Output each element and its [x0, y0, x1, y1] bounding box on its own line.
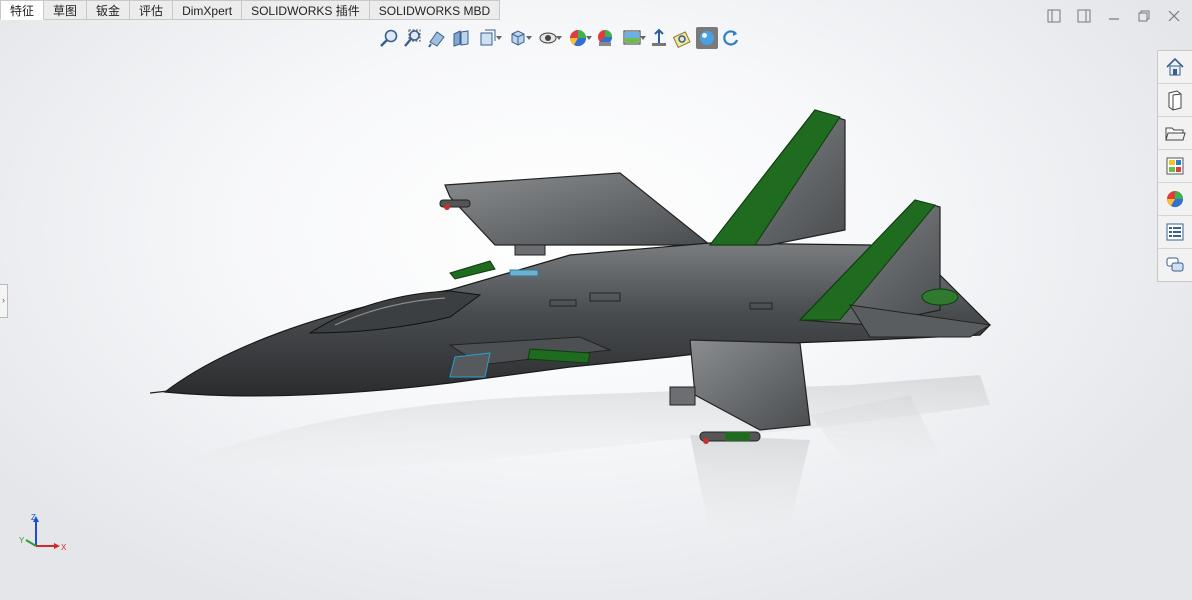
ambient-occlusion-icon[interactable]	[672, 27, 694, 49]
tile-left-icon[interactable]	[1046, 8, 1062, 24]
left-grip-glyph: ›	[2, 295, 5, 305]
section-view-icon[interactable]	[450, 27, 472, 49]
triad-z-label: Z	[31, 513, 36, 522]
perspective-icon[interactable]	[648, 27, 670, 49]
close-icon[interactable]	[1166, 8, 1182, 24]
display-style-icon[interactable]	[534, 27, 562, 49]
triad-y-label: Y	[19, 536, 25, 545]
tab-solidworks-addins[interactable]: SOLIDWORKS 插件	[242, 0, 370, 20]
home-icon[interactable]	[1158, 51, 1192, 84]
previous-view-icon[interactable]	[426, 27, 448, 49]
minimize-icon[interactable]	[1106, 8, 1122, 24]
edit-appearance-icon[interactable]	[594, 27, 616, 49]
tab-features[interactable]: 特征	[0, 0, 45, 20]
model-reflection	[180, 375, 990, 535]
feature-manager-expand-handle[interactable]: ›	[0, 284, 8, 318]
zoom-to-fit-icon[interactable]	[378, 27, 400, 49]
dynamic-annotation-view-icon[interactable]	[474, 27, 502, 49]
triad-x-label: X	[61, 543, 67, 552]
realview-graphics-icon[interactable]	[696, 27, 718, 49]
tab-dimxpert[interactable]: DimXpert	[173, 0, 243, 20]
tab-solidworks-mbd[interactable]: SOLIDWORKS MBD	[369, 0, 501, 20]
design-library-icon[interactable]	[1158, 84, 1192, 117]
custom-properties-icon[interactable]	[1158, 216, 1192, 249]
tile-right-icon[interactable]	[1076, 8, 1092, 24]
view-orientation-icon[interactable]	[504, 27, 532, 49]
hide-show-items-icon[interactable]	[564, 27, 592, 49]
tab-sketch[interactable]: 草图	[44, 0, 88, 20]
file-explorer-icon[interactable]	[1158, 117, 1192, 150]
forum-icon[interactable]	[1158, 249, 1192, 281]
graphics-area[interactable]: 特征 草图 钣金 评估 DimXpert SOLIDWORKS 插件 SOLID…	[0, 0, 1192, 600]
left-wing	[444, 172, 712, 246]
tab-evaluate[interactable]: 评估	[130, 0, 174, 20]
zoom-to-area-icon[interactable]	[402, 27, 424, 49]
window-controls	[1046, 8, 1182, 24]
apply-scene-icon[interactable]	[618, 27, 646, 49]
command-manager-tabs: 特征 草图 钣金 评估 DimXpert SOLIDWORKS 插件 SOLID…	[0, 0, 501, 21]
restore-icon[interactable]	[1136, 8, 1152, 24]
tab-sheet-metal[interactable]: 钣金	[87, 0, 131, 20]
view-palette-icon[interactable]	[1158, 150, 1192, 183]
rotate-view-icon[interactable]	[720, 27, 742, 49]
reference-triad: Z X Y	[19, 513, 67, 552]
heads-up-view-toolbar	[378, 24, 742, 52]
task-pane	[1157, 50, 1192, 282]
aircraft-model[interactable]	[150, 95, 1010, 555]
appearances-icon[interactable]	[1158, 183, 1192, 216]
